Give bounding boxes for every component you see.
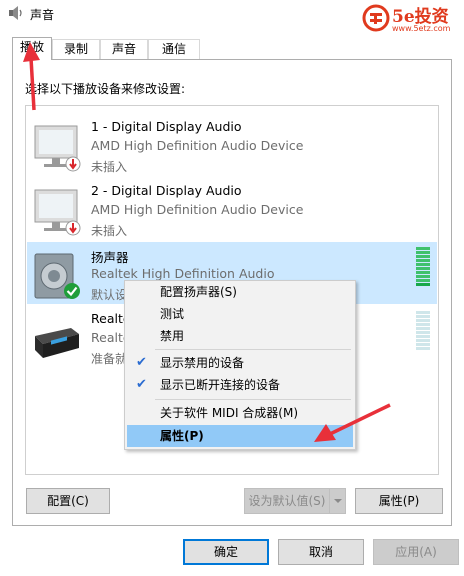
menu-separator (155, 399, 351, 400)
tab-sounds[interactable]: 声音 (100, 39, 148, 59)
device-item[interactable]: 2 - Digital Display Audio AMD High Defin… (27, 178, 437, 240)
speaker-icon (9, 6, 22, 20)
annotation-arrow-icon (23, 42, 40, 111)
watermark-url: www.5etz.com (392, 24, 451, 33)
checkmark-icon: ✔ (136, 355, 147, 370)
watermark-logo: 5e投资 www.5etz.com (362, 2, 462, 36)
tab-recording[interactable]: 录制 (52, 39, 100, 59)
menu-item-label: 禁用 (160, 329, 185, 343)
menu-item-label: 属性(P) (160, 429, 204, 443)
device-name: 1 - Digital Display Audio (91, 119, 242, 134)
tab-communications[interactable]: 通信 (148, 39, 200, 59)
device-item[interactable]: 1 - Digital Display Audio AMD High Defin… (27, 114, 437, 176)
default-check-badge-icon (64, 283, 80, 299)
menu-item-label: 测试 (160, 307, 185, 321)
menu-item-configure-speakers[interactable]: 配置扬声器(S) (127, 281, 353, 303)
window-title: 声音 (30, 8, 55, 22)
unplugged-badge-icon (65, 156, 81, 172)
chevron-down-icon[interactable] (329, 489, 345, 513)
volume-level-meter (416, 311, 430, 353)
menu-item-label: 关于软件 MIDI 合成器(M) (160, 406, 299, 420)
menu-item-test[interactable]: 测试 (127, 303, 353, 325)
device-name: 扬声器 (91, 250, 129, 265)
checkmark-icon: ✔ (136, 377, 147, 392)
device-name: 2 - Digital Display Audio (91, 183, 242, 198)
menu-item-label: 显示禁用的设备 (160, 356, 245, 370)
instruction-text: 选择以下播放设备来修改设置: (25, 82, 186, 96)
unplugged-badge-icon (65, 220, 81, 236)
menu-item-disable[interactable]: 禁用 (127, 325, 353, 347)
device-description: AMD High Definition Audio Device (91, 138, 304, 153)
apply-button[interactable]: 应用(A) (373, 539, 459, 565)
device-description: Realtek High Definition Audio (91, 266, 275, 281)
set-default-label: 设为默认值(S) (248, 494, 326, 508)
properties-button[interactable]: 属性(P) (355, 488, 443, 514)
device-status: 未插入 (91, 224, 128, 238)
ok-button[interactable]: 确定 (183, 539, 269, 565)
brand-logo-icon (362, 4, 390, 32)
menu-separator (155, 349, 351, 350)
device-status: 未插入 (91, 160, 128, 174)
menu-item-label: 显示已断开连接的设备 (160, 378, 281, 392)
volume-level-meter (416, 247, 430, 289)
menu-item-label: 配置扬声器(S) (160, 285, 237, 299)
configure-button[interactable]: 配置(C) (26, 488, 110, 514)
cancel-button[interactable]: 取消 (278, 539, 364, 565)
menu-item-show-disconnected[interactable]: ✔ 显示已断开连接的设备 (127, 374, 353, 396)
annotation-arrow-icon (314, 403, 391, 442)
device-description: AMD High Definition Audio Device (91, 202, 304, 217)
digital-output-icon (35, 328, 79, 358)
menu-item-show-disabled[interactable]: ✔ 显示禁用的设备 (127, 352, 353, 374)
set-default-button[interactable]: 设为默认值(S) (244, 488, 346, 514)
